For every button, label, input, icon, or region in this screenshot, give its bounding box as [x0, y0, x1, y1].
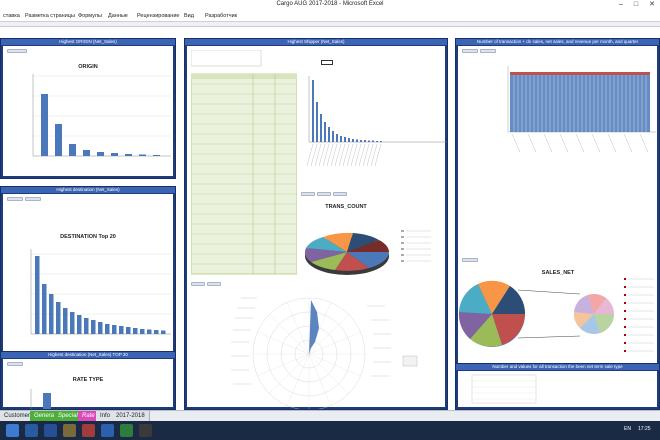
sales-net-filter-chip[interactable]	[462, 258, 478, 262]
word-icon[interactable]	[101, 424, 114, 437]
destination-bar-chart	[30, 249, 171, 335]
media-icon[interactable]	[63, 424, 76, 437]
chrome-icon[interactable]	[82, 424, 95, 437]
origin-bar-chart	[32, 74, 171, 157]
app-icon[interactable]	[139, 424, 152, 437]
origin-panel-header: Highest ORIGIN (Net_Sales)	[1, 39, 175, 45]
rate-chart-area: RATE TYPE	[3, 359, 173, 409]
close-button[interactable]: ✕	[645, 0, 659, 10]
tab-review[interactable]: Рецензирование	[137, 13, 179, 19]
sales-panel: Number of transaction + dn sales, net sa…	[455, 38, 660, 368]
rate-panel: Highest destination (Net_Sales) TOP 20 R…	[0, 351, 176, 410]
save-icon[interactable]	[44, 424, 57, 437]
origin-chart-area: ORIGIN	[3, 46, 173, 176]
explorer-icon[interactable]	[6, 424, 19, 437]
origin-bar-9	[153, 155, 160, 156]
origin-bar-6	[111, 153, 118, 156]
trans-filter-chip[interactable]	[301, 192, 315, 196]
trans-filter-chip-3[interactable]	[333, 192, 347, 196]
origin-bar-3	[69, 144, 76, 156]
tab-formulas[interactable]: Формулы	[78, 13, 102, 19]
bottom-right-table[interactable]	[458, 371, 659, 409]
radar-filter-chip-2[interactable]	[207, 282, 221, 286]
trans-filter-chip-2[interactable]	[317, 192, 331, 196]
excel-window: Cargo AUG 2017-2018 - Microsoft Excel – …	[0, 0, 660, 440]
origin-bar-4	[83, 150, 90, 156]
origin-bar-7	[125, 154, 132, 156]
destination-chart-area: DESTINATION Top 20	[3, 194, 173, 363]
bottom-right-panel: Number and values for all transaction th…	[455, 363, 660, 410]
shipper-panel-header: Highest Shipper (Net_Sales)	[185, 39, 447, 45]
origin-bar-2	[55, 124, 62, 156]
radar-chart	[231, 297, 418, 409]
origin-panel: Highest ORIGIN (Net_Sales) ORIGIN	[0, 38, 176, 179]
origin-bar-1	[41, 94, 48, 156]
tray-language[interactable]: EN	[624, 426, 631, 432]
sheet-tab-bar: Customers General Special Rate Info 2017…	[0, 410, 660, 421]
rate-bar-chart	[30, 389, 51, 409]
column-headers	[0, 22, 660, 27]
tab-developer[interactable]: Разработчик	[205, 13, 237, 19]
tray-clock[interactable]: 17:25	[638, 426, 651, 432]
shipper-panel-body: TRANS_COUNT	[187, 46, 447, 409]
shipper-pivot-table[interactable]	[191, 50, 297, 275]
window-title: Cargo AUG 2017-2018 - Microsoft Excel	[276, 1, 384, 7]
excel-icon[interactable]	[120, 424, 133, 437]
minimize-button[interactable]: –	[614, 0, 628, 10]
radar-filter-chip[interactable]	[191, 282, 205, 286]
sheet-tab-2017-2018[interactable]: 2017-2018	[112, 411, 150, 421]
shipper-bar-chart	[306, 76, 447, 167]
rate-panel-header: Highest destination (Net_Sales) TOP 20	[1, 352, 175, 358]
screen-icon[interactable]	[25, 424, 38, 437]
bottom-right-body	[458, 371, 657, 407]
destination-panel: Highest destination (Net_Sales) DESTINAT…	[0, 186, 176, 366]
origin-bar-5	[97, 152, 104, 156]
tab-insert[interactable]: ставка	[3, 13, 20, 19]
monthly-stacked-chart	[507, 66, 656, 153]
destination-panel-header: Highest destination (Net_Sales)	[1, 187, 175, 193]
sales-panel-body: SALES_NET	[458, 46, 657, 365]
bottom-right-panel-header: Number and values for all transaction th…	[456, 364, 659, 370]
origin-bar-8	[139, 154, 146, 156]
ribbon-tabs: ставка Разметка страницы Формулы Данные …	[0, 12, 660, 22]
windows-taskbar: EN 17:25	[0, 421, 660, 440]
shipper-panel: Highest Shipper (Net_Sales) TRANS_COUNT	[184, 38, 448, 410]
maximize-button[interactable]: □	[629, 0, 643, 10]
tab-data[interactable]: Данные	[108, 13, 128, 19]
sales-panel-header: Number of transaction + dn sales, net sa…	[456, 39, 659, 45]
tab-page-layout[interactable]: Разметка страницы	[25, 13, 75, 19]
title-bar: Cargo AUG 2017-2018 - Microsoft Excel – …	[0, 0, 660, 12]
tab-view[interactable]: Вид	[184, 13, 194, 19]
trans-chart-title: TRANS_COUNT	[325, 204, 367, 210]
selected-cell-box[interactable]	[321, 60, 333, 65]
worksheet[interactable]: Highest ORIGIN (Net_Sales) ORIGIN Highes…	[0, 22, 660, 410]
